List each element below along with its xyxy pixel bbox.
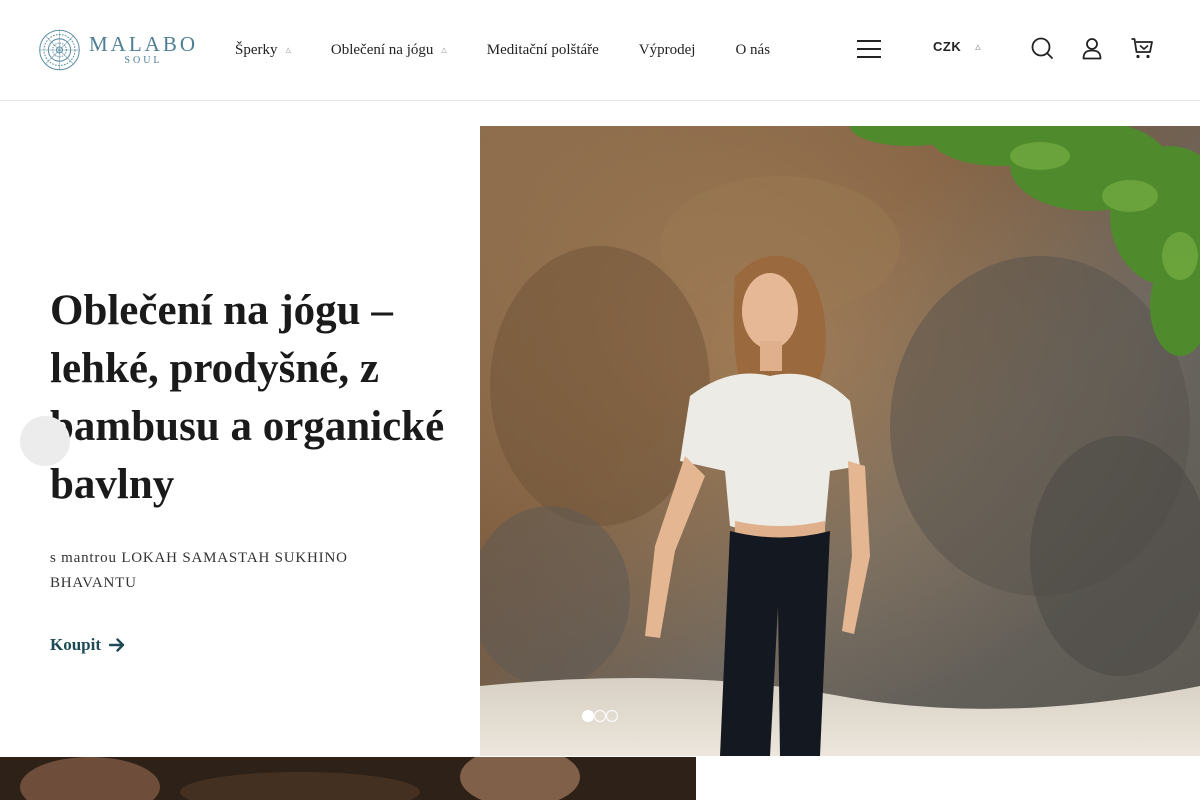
nav-item-vyprodej[interactable]: Výprodej [639,42,696,59]
chevron-down-icon: △ [441,46,447,54]
logo-name: MALABO [88,32,198,56]
buy-link-label: Koupit [50,635,102,654]
chevron-down-icon: △ [975,42,981,51]
mandala-logo-icon [39,29,80,71]
logo-text: MALABO SOUL [89,33,198,67]
nav-item-label: O nás [735,41,771,58]
user-icon[interactable] [1080,36,1104,60]
hero-text-block: Oblečení na jógu – lehké, prodyšné, z ba… [50,282,450,596]
nav-item-label: Šperky [235,41,278,58]
main-nav: Šperky △ Oblečení na jógu △ Meditační po… [235,40,810,60]
cart-icon[interactable] [1130,36,1154,60]
slider-dots [582,710,618,722]
nav-item-label: Výprodej [638,41,696,58]
hero-image [480,126,1200,756]
buy-link[interactable]: Koupit [50,635,125,655]
slider-next-button[interactable] [1148,432,1160,452]
nav-item-sperky[interactable]: Šperky △ [235,42,291,59]
arrow-right-icon [109,638,125,652]
currency-label: CZK [933,39,962,54]
hamburger-menu-icon[interactable] [857,38,881,60]
hero-subtitle: s mantrou LOKAH SAMASTAH SUKHINO BHAVANT… [50,550,348,591]
nav-item-meditacni-polstare[interactable]: Meditační polštáře [487,42,599,59]
slider-dot-2[interactable] [594,710,606,722]
currency-selector[interactable]: CZK △ [933,39,981,54]
slider-dot-1[interactable] [582,710,594,722]
hero-photo [480,126,1200,756]
featured-image-strip [0,757,696,800]
nav-item-label: Meditační polštáře [486,41,599,58]
nav-item-obleceni[interactable]: Oblečení na jógu △ [331,42,447,59]
nav-item-o-nas[interactable]: O nás [735,42,770,59]
nav-item-label: Oblečení na jógu [330,41,434,58]
slider-prev-button[interactable] [20,416,70,466]
chevron-down-icon: △ [285,46,291,54]
hero-title: Oblečení na jógu – lehké, prodyšné, z ba… [50,287,445,508]
slider-dot-3[interactable] [606,710,618,722]
logo-sub: SOUL [124,55,163,66]
site-header: MALABO SOUL Šperky △ Oblečení na jógu △ … [0,0,1200,101]
search-icon[interactable] [1030,36,1054,60]
site-logo[interactable]: MALABO SOUL [38,24,198,76]
